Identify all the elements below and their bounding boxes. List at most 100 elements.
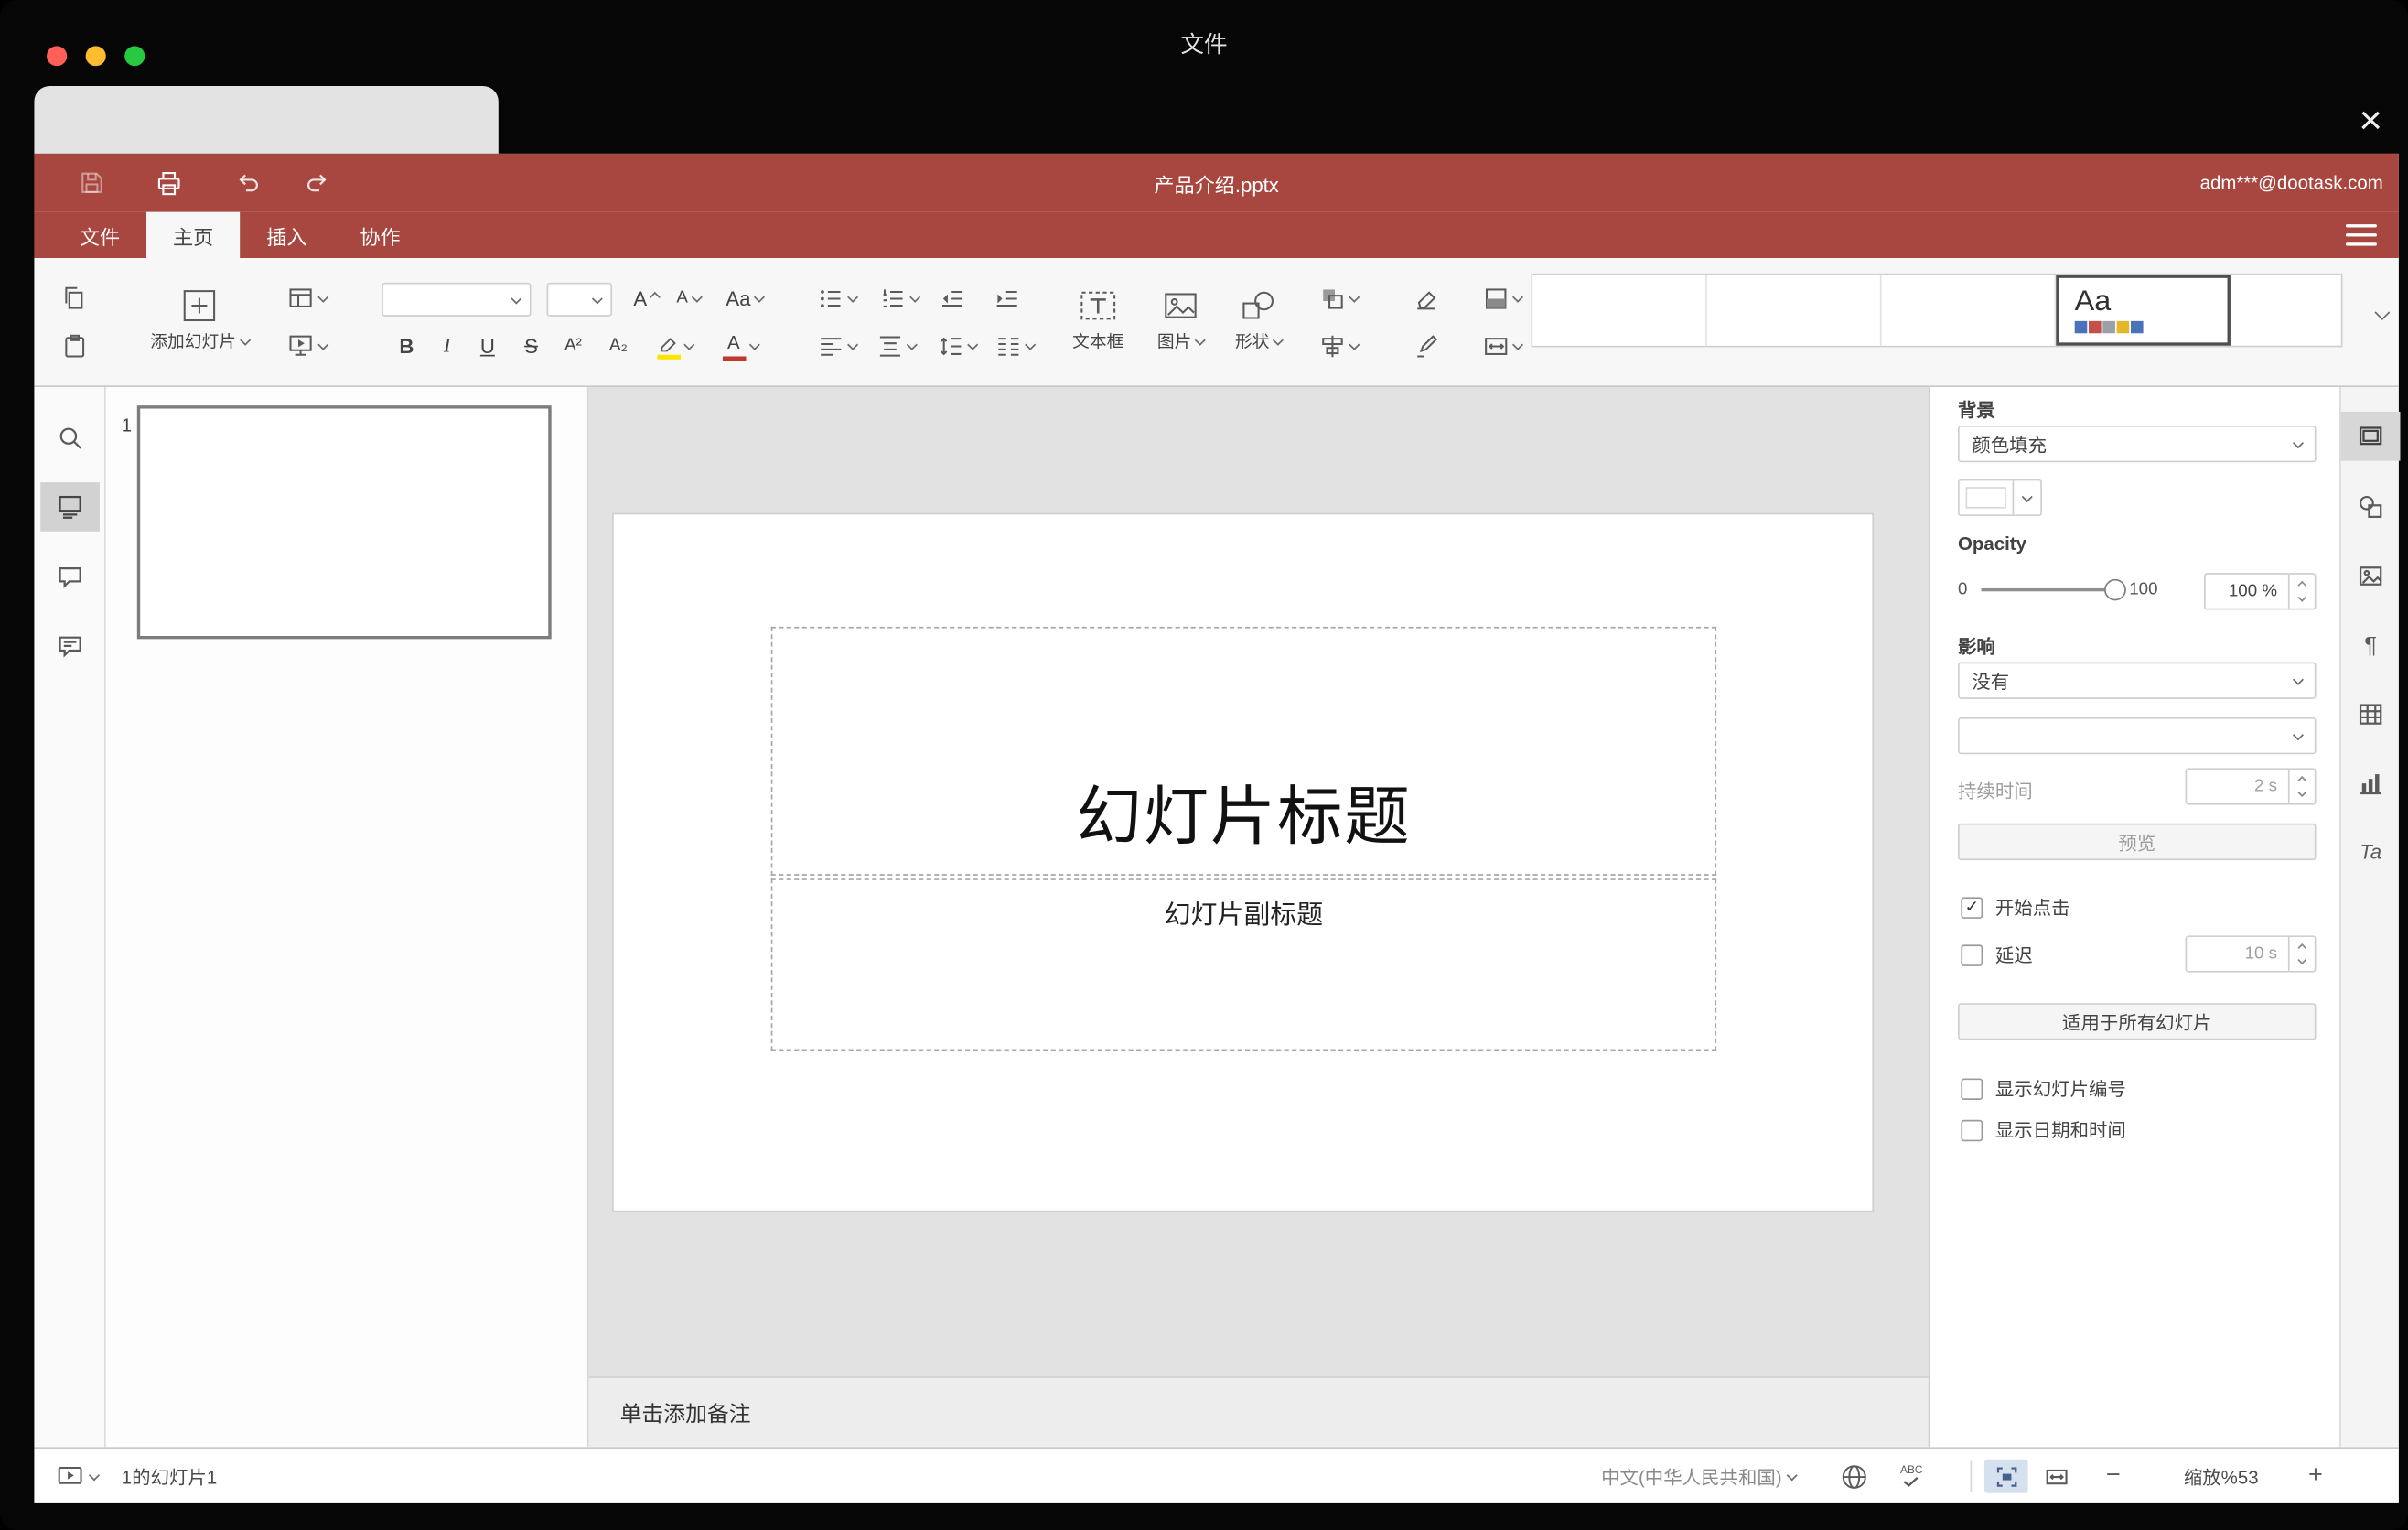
delay-input[interactable]: 10 s [2185, 935, 2317, 973]
insert-image-button[interactable]: 图片 [1144, 270, 1219, 372]
traffic-close-button[interactable] [47, 46, 68, 67]
change-case-icon[interactable]: Aa [716, 276, 772, 319]
slide-thumbnail[interactable] [136, 405, 552, 640]
show-date-time-checkbox[interactable]: 显示日期和时间 [1961, 1116, 2126, 1143]
bullet-list-icon[interactable] [812, 276, 861, 319]
slides-panel-icon[interactable] [40, 482, 100, 532]
clear-style-icon[interactable] [1405, 276, 1446, 319]
subtitle-placeholder[interactable]: 幻灯片副标题 [770, 878, 1717, 1051]
close-icon[interactable]: × [2343, 92, 2399, 147]
stepper-icon[interactable] [2287, 770, 2315, 803]
insert-textbox-button[interactable]: 文本框 [1064, 270, 1133, 372]
start-slideshow-status-icon[interactable] [56, 1449, 101, 1503]
search-icon[interactable] [40, 414, 100, 463]
add-slide-button[interactable]: 添加幻灯片 [131, 270, 268, 372]
image-settings-icon[interactable] [2341, 552, 2401, 601]
increase-indent-icon[interactable] [986, 276, 1027, 319]
redo-icon[interactable] [297, 165, 338, 201]
zoom-level[interactable]: 缩放%53 [2146, 1449, 2295, 1503]
opacity-input[interactable]: 100 % [2203, 573, 2317, 610]
spellcheck-icon[interactable]: ABC [1900, 1449, 1923, 1503]
slide[interactable]: 幻灯片标题 幻灯片副标题 [613, 514, 1873, 1211]
fill-type-select[interactable]: 颜色填充 [1957, 426, 2317, 463]
theme-thumbnail[interactable] [1706, 275, 1882, 346]
increase-font-size-icon[interactable]: A [628, 276, 665, 319]
vertical-align-icon[interactable] [871, 324, 920, 367]
tab-collaboration[interactable]: 协作 [333, 212, 426, 258]
show-slide-number-checkbox[interactable]: 显示幻灯片编号 [1961, 1075, 2126, 1102]
undo-icon[interactable] [228, 165, 268, 201]
fit-to-width-icon[interactable] [2044, 1449, 2070, 1503]
tab-home[interactable]: 主页 [146, 211, 241, 259]
tab-insert[interactable]: 插入 [240, 212, 333, 258]
chat-icon[interactable] [40, 622, 100, 672]
preview-button[interactable]: 预览 [1957, 823, 2317, 861]
copy-style-icon[interactable] [1405, 324, 1446, 367]
language-selector[interactable]: 中文(中华人民共和国) [1601, 1449, 1798, 1503]
start-on-click-checkbox[interactable]: ✓ 开始点击 [1961, 894, 2070, 921]
zoom-out-icon[interactable]: − [2106, 1449, 2121, 1503]
zoom-in-icon[interactable]: + [2308, 1449, 2323, 1503]
table-settings-icon[interactable] [2341, 690, 2401, 739]
menu-icon[interactable] [2345, 224, 2377, 246]
numbered-list-icon[interactable] [874, 276, 923, 319]
bold-icon[interactable]: B [388, 324, 425, 367]
paste-icon[interactable] [53, 324, 97, 367]
line-spacing-icon[interactable] [931, 324, 981, 367]
start-slideshow-icon[interactable] [280, 324, 333, 367]
slide-fill-color-icon[interactable] [1475, 276, 1528, 319]
fill-color-swatch[interactable] [1957, 479, 2042, 517]
horizontal-align-icon[interactable] [812, 324, 861, 367]
highlight-color-icon[interactable] [650, 324, 699, 367]
account-email[interactable]: adm***@dootask.com [2200, 154, 2383, 212]
transition-variant-select[interactable] [1957, 717, 2317, 755]
superscript-icon[interactable]: A² [554, 324, 592, 367]
title-placeholder[interactable]: 幻灯片标题 [770, 626, 1717, 876]
checkbox-icon [1961, 1118, 1983, 1141]
font-size-combo[interactable] [546, 282, 613, 317]
slide-settings-icon[interactable] [2340, 411, 2401, 461]
copy-icon[interactable] [53, 276, 97, 319]
slide-canvas[interactable]: 幻灯片标题 幻灯片副标题 [588, 387, 1929, 1377]
arrange-shape-icon[interactable] [1311, 276, 1364, 319]
stepper-icon[interactable] [2287, 937, 2315, 971]
fit-to-slide-icon[interactable] [1983, 1459, 2028, 1493]
chart-settings-icon[interactable] [2341, 759, 2401, 808]
traffic-maximize-button[interactable] [124, 46, 145, 67]
apply-to-all-slides-button[interactable]: 适用于所有幻灯片 [1957, 1003, 2317, 1040]
opacity-slider-knob[interactable] [2104, 578, 2126, 601]
notes-area[interactable]: 单击添加备注 [588, 1376, 1929, 1448]
stepper-icon[interactable] [2287, 574, 2315, 609]
theme-thumbnail-selected[interactable]: Aa [2056, 275, 2231, 346]
theme-thumbnail[interactable] [1881, 275, 2057, 346]
delay-checkbox[interactable]: 延迟 [1961, 942, 2033, 968]
opacity-slider[interactable] [1981, 587, 2115, 592]
insert-shape-button[interactable]: 形状 [1221, 270, 1296, 372]
gallery-expand-icon[interactable] [2374, 301, 2391, 324]
textart-settings-icon[interactable]: Ta [2341, 826, 2401, 876]
strikethrough-icon[interactable]: S [512, 324, 550, 367]
duration-input[interactable]: 2 s [2185, 768, 2317, 805]
comments-icon[interactable] [40, 553, 100, 602]
slide-layout-icon[interactable] [280, 276, 333, 319]
print-icon[interactable] [148, 165, 188, 201]
columns-icon[interactable] [989, 324, 1038, 367]
italic-icon[interactable]: I [428, 324, 466, 367]
paragraph-settings-icon[interactable]: ¶ [2341, 620, 2401, 670]
save-icon[interactable] [71, 165, 112, 201]
font-name-combo[interactable] [382, 282, 532, 317]
transition-effect-select[interactable]: 没有 [1957, 662, 2317, 699]
decrease-font-size-icon[interactable]: A [670, 276, 707, 319]
theme-thumbnail[interactable] [1532, 275, 1707, 346]
set-language-icon[interactable] [1840, 1449, 1869, 1503]
decrease-indent-icon[interactable] [931, 276, 972, 319]
traffic-minimize-button[interactable] [85, 46, 106, 67]
slide-size-icon[interactable] [1475, 324, 1528, 367]
tab-file[interactable]: 文件 [53, 212, 146, 258]
presentation-editor: 产品介绍.pptx adm***@dootask.com 文件 主页 插入 协作… [34, 153, 2401, 1503]
font-color-icon[interactable]: A [715, 324, 764, 367]
subscript-icon[interactable]: A₂ [599, 324, 637, 367]
shape-settings-icon[interactable] [2341, 482, 2401, 532]
underline-icon[interactable]: U [468, 324, 506, 367]
align-shape-icon[interactable] [1311, 324, 1364, 367]
